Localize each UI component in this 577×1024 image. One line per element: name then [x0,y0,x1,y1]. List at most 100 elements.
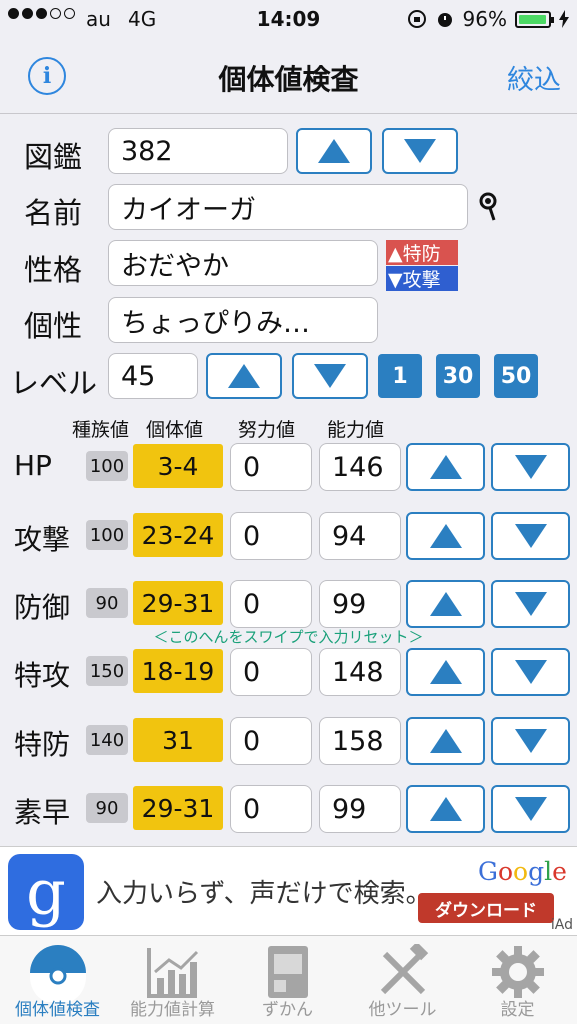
iv-range: 23-24 [133,513,223,557]
base-stat-badge: 140 [86,725,128,755]
level-down-button[interactable] [292,353,368,399]
alarm-icon [437,13,452,27]
stat-up-button[interactable] [406,648,485,696]
charging-icon [559,10,569,28]
arrow-up-icon [429,455,462,479]
tab-label: ずかん [262,1000,313,1020]
ev-field[interactable]: 0 [230,785,312,833]
ev-field[interactable]: 0 [230,512,312,560]
ad-text: 入力いらず、声だけで検索。 [96,879,432,909]
level-up-button[interactable] [206,353,282,399]
stat-value-field[interactable]: 148 [319,648,401,696]
battery-percent: 96% [462,7,507,31]
arrow-down-icon [514,524,547,548]
arrow-up-icon [429,524,462,548]
level-preset-50-button[interactable]: 50 [494,354,538,398]
ev-header: 努力値 [238,419,296,441]
level-field[interactable]: 45 [108,353,198,399]
tab-settings[interactable]: 設定 [460,936,575,1024]
name-label: 名前 [24,196,83,230]
base-stat-badge: 100 [86,520,128,550]
google-app-icon: g [8,854,84,930]
google-logo: Google [478,857,567,886]
stat-down-button[interactable] [491,717,570,765]
level-label: レベル [10,366,98,400]
tab-other-tools[interactable]: 他ツール [345,936,460,1024]
stat-name: HP [14,449,52,482]
page-title: 個体値検査 [218,63,359,96]
level-preset-30-button[interactable]: 30 [436,354,480,398]
arrow-down-icon [514,797,547,821]
iv-range: 29-31 [133,786,223,830]
stat-value-field[interactable]: 99 [319,580,401,628]
characteristic-field[interactable]: ちょっぴりみ… [108,297,378,343]
stat-up-button[interactable] [406,717,485,765]
dex-label: 図鑑 [24,140,83,174]
filter-button[interactable]: 絞込 [507,58,561,97]
iv-range: 3-4 [133,444,223,488]
tab-label: 個体値検査 [15,1000,100,1020]
arrow-down-icon [514,729,547,753]
ev-field[interactable]: 0 [230,717,312,765]
arrow-up-icon [429,729,462,753]
stat-name: 防御 [14,591,71,624]
base-stat-header: 種族値 [72,419,130,441]
stat-up-button[interactable] [406,580,485,628]
tab-pokedex[interactable]: ずかん [230,936,345,1024]
stat-up-button[interactable] [406,785,485,833]
stat-value-field[interactable]: 94 [319,512,401,560]
iad-badge: iAd [550,917,573,933]
pokedex-icon [267,946,308,998]
stat-down-button[interactable] [491,785,570,833]
tab-bar: 個体値検査 能力値計算 ずかん 他ツール 設定 [0,936,577,1024]
stat-header: 能力値 [327,419,385,441]
iv-header: 個体値 [146,419,204,441]
base-stat-badge: 90 [86,793,128,823]
stat-name: 攻撃 [14,523,71,556]
ev-field[interactable]: 0 [230,443,312,491]
stat-down-button[interactable] [491,648,570,696]
pokemon-name-field[interactable]: カイオーガ [108,184,468,230]
level-preset-1-button[interactable]: 1 [378,354,422,398]
download-button[interactable]: ダウンロード [418,893,554,923]
stat-value-field[interactable]: 99 [319,785,401,833]
arrow-down-icon [314,364,346,388]
tab-label: 能力値計算 [130,1000,215,1020]
stat-up-button[interactable] [406,512,485,560]
stat-down-button[interactable] [491,512,570,560]
nature-field[interactable]: おだやか [108,240,378,286]
ev-field[interactable]: 0 [230,580,312,628]
arrow-down-icon [404,139,436,163]
arrow-up-icon [429,592,462,616]
dex-down-button[interactable] [382,128,458,174]
nature-drop-badge: ▼攻撃 [386,266,458,291]
arrow-up-icon [429,660,462,684]
base-stat-badge: 150 [86,656,128,686]
chart-icon [146,948,198,998]
stat-name: 素早 [14,796,71,829]
dex-up-button[interactable] [296,128,372,174]
stat-down-button[interactable] [491,580,570,628]
swipe-reset-hint[interactable]: ＜このへんをスワイプで入力リセット＞ [0,626,577,647]
tab-label: 設定 [500,1000,535,1020]
ad-banner[interactable]: g 入力いらず、声だけで検索。 Google ダウンロード iAd [0,846,577,936]
stat-value-field[interactable]: 146 [319,443,401,491]
iv-range: 18-19 [133,649,223,693]
arrow-up-icon [429,797,462,821]
tab-stat-calc[interactable]: 能力値計算 [115,936,230,1024]
stat-name: 特攻 [14,659,71,692]
nature-label: 性格 [24,253,83,287]
stat-down-button[interactable] [491,443,570,491]
tab-iv-check[interactable]: 個体値検査 [0,936,115,1024]
base-stat-badge: 100 [86,451,128,481]
dex-number-field[interactable]: 382 [108,128,288,174]
stat-value-field[interactable]: 158 [319,717,401,765]
arrow-up-icon [228,364,260,388]
tools-icon [380,944,428,995]
search-icon[interactable] [478,192,500,222]
iv-range: 29-31 [133,581,223,625]
ev-field[interactable]: 0 [230,648,312,696]
pokeball-icon [29,945,86,1002]
stat-up-button[interactable] [406,443,485,491]
arrow-down-icon [514,592,547,616]
